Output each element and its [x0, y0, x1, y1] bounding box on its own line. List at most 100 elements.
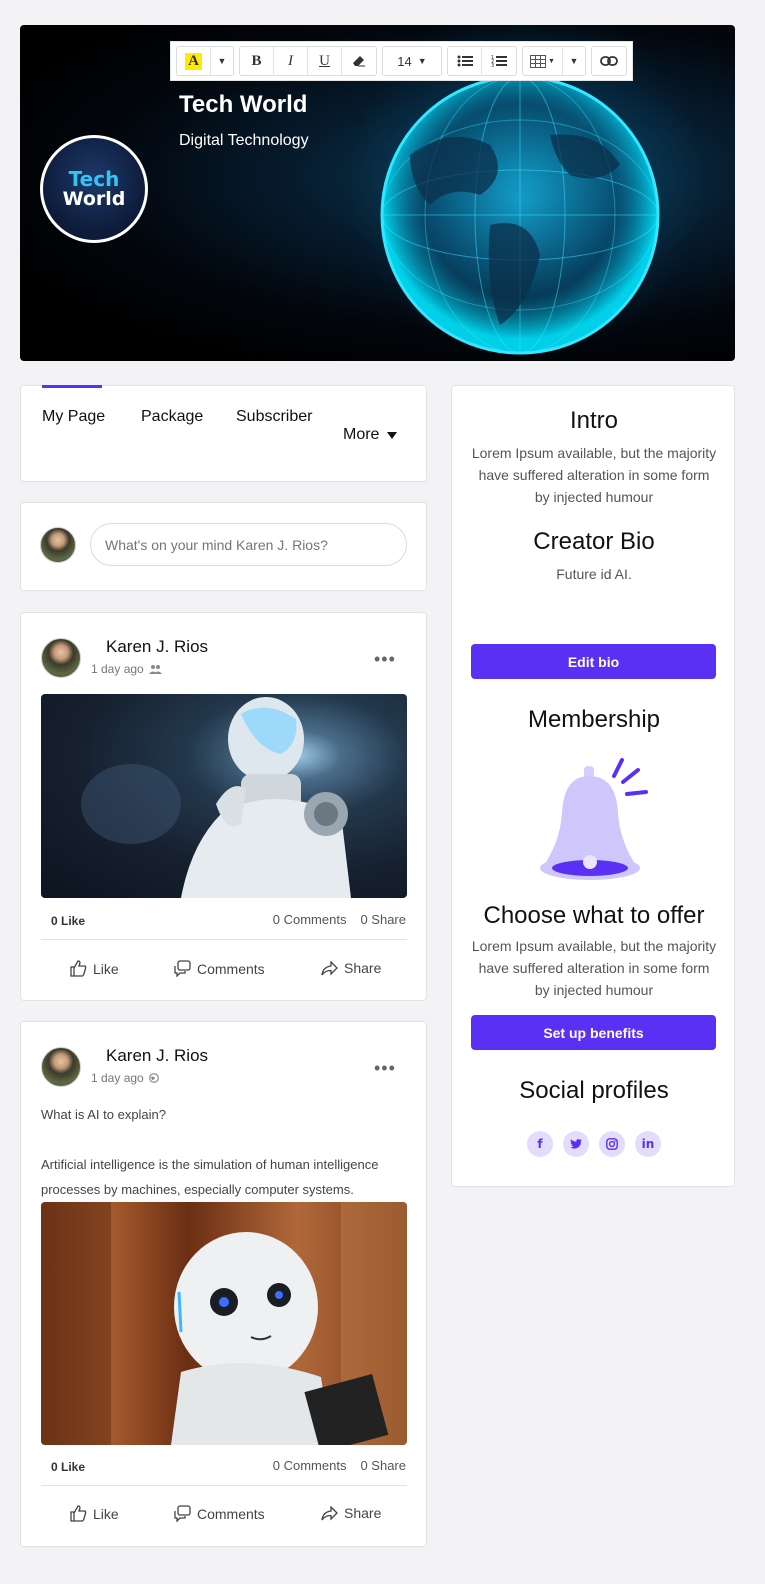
post-image[interactable] — [41, 1202, 407, 1445]
numbered-list-icon: 123 — [491, 55, 507, 68]
comment-count[interactable]: 0 Comments — [273, 1458, 347, 1473]
bullet-list-button[interactable] — [448, 47, 482, 75]
creator-bio-text: Future id AI. — [556, 566, 632, 582]
intro-text: Lorem Ipsum available, but the majority … — [471, 445, 717, 505]
facebook-icon[interactable]: f — [527, 1131, 553, 1157]
tab-more-label: More — [343, 426, 380, 443]
font-size-value: 14 — [397, 53, 412, 69]
post-composer — [20, 502, 427, 591]
list-group: 123 — [447, 46, 517, 76]
comments-label: Comments — [197, 1505, 265, 1522]
share-button[interactable]: Share — [321, 960, 381, 976]
highlight-group: A ▼ — [176, 46, 234, 76]
tab-more-dropdown[interactable]: More — [343, 426, 398, 444]
comment-count[interactable]: 0 Comments — [273, 912, 347, 927]
edit-bio-button[interactable]: Edit bio — [471, 644, 716, 679]
chevron-down-icon: ▼ — [217, 56, 227, 66]
page-logo: Tech World — [40, 135, 148, 243]
page-subtitle: Digital Technology — [179, 132, 309, 149]
post-card: Karen J. Rios 1 day ago ••• What is AI t… — [20, 1021, 427, 1547]
table-button[interactable]: ▼ — [523, 47, 563, 75]
share-label: Share — [344, 1505, 382, 1521]
link-icon — [600, 56, 618, 66]
post-time: 1 day ago — [91, 1071, 159, 1085]
caret-down-icon — [387, 431, 398, 439]
share-icon — [321, 1505, 338, 1521]
comments-button[interactable]: Comments — [174, 960, 265, 977]
social-links: f in — [452, 1131, 736, 1157]
tab-subscriber[interactable]: Subscriber — [236, 408, 312, 426]
like-button[interactable]: Like — [70, 1505, 119, 1522]
divider — [41, 1485, 407, 1486]
numbered-list-button[interactable]: 123 — [482, 47, 516, 75]
post-time: 1 day ago — [91, 662, 162, 676]
like-button[interactable]: Like — [70, 960, 119, 977]
clear-format-button[interactable] — [342, 47, 376, 75]
sidebar-panel: Intro Lorem Ipsum available, but the maj… — [451, 385, 735, 1187]
avatar — [40, 527, 76, 563]
avatar[interactable] — [41, 638, 81, 678]
more-options-icon[interactable]: ••• — [374, 649, 396, 670]
page-tabs: My Page Package Subscriber More — [20, 385, 427, 482]
linkedin-icon[interactable]: in — [635, 1131, 661, 1157]
thumbs-up-icon — [70, 1505, 87, 1522]
italic-button[interactable]: I — [274, 47, 308, 75]
logo-text-line1: Tech — [68, 167, 120, 191]
offer-heading: Choose what to offer — [483, 902, 705, 929]
tab-package[interactable]: Package — [141, 408, 203, 426]
insert-link-button[interactable] — [592, 47, 626, 75]
bold-button[interactable]: B — [240, 47, 274, 75]
twitter-icon[interactable] — [563, 1131, 589, 1157]
table-dropdown-button[interactable]: ▼ — [563, 47, 585, 75]
eraser-icon — [353, 56, 365, 67]
post-author[interactable]: Karen J. Rios — [106, 637, 208, 657]
active-tab-indicator — [42, 385, 102, 388]
creator-bio-heading: Creator Bio — [533, 528, 655, 555]
post-card: Karen J. Rios 1 day ago ••• 0 Like 0 Com… — [20, 612, 427, 1001]
bullet-list-icon — [457, 55, 473, 67]
font-size-select[interactable]: 14 ▼ — [383, 47, 441, 75]
offer-text: Lorem Ipsum available, but the majority … — [471, 938, 717, 998]
set-up-benefits-button[interactable]: Set up benefits — [471, 1015, 716, 1050]
svg-text:3: 3 — [491, 63, 494, 68]
post-author[interactable]: Karen J. Rios — [106, 1046, 208, 1066]
bold-icon: B — [251, 52, 262, 69]
post-time-text: 1 day ago — [91, 662, 144, 676]
post-time-text: 1 day ago — [91, 1071, 144, 1085]
font-size-group: 14 ▼ — [382, 46, 442, 76]
comments-button[interactable]: Comments — [174, 1505, 265, 1522]
instagram-icon[interactable] — [599, 1131, 625, 1157]
post-image[interactable] — [41, 694, 407, 898]
thumbs-up-icon — [70, 960, 87, 977]
tab-my-page[interactable]: My Page — [42, 408, 105, 426]
bell-icon — [540, 758, 648, 880]
highlight-color-button[interactable]: A — [177, 47, 211, 75]
composer-input[interactable] — [90, 523, 407, 566]
comments-label: Comments — [197, 960, 265, 977]
more-options-icon[interactable]: ••• — [374, 1058, 396, 1079]
table-icon — [530, 54, 547, 68]
table-group: ▼ ▼ — [522, 46, 586, 76]
share-button[interactable]: Share — [321, 1505, 381, 1521]
highlight-icon: A — [185, 52, 202, 70]
chevron-down-icon: ▼ — [569, 56, 579, 66]
post-body: Artificial intelligence is the simulatio… — [41, 1157, 379, 1197]
highlight-dropdown-button[interactable]: ▼ — [211, 47, 233, 75]
avatar[interactable] — [41, 1047, 81, 1087]
underline-icon: U — [319, 52, 330, 69]
friends-icon — [148, 665, 162, 674]
intro-heading: Intro — [569, 407, 619, 434]
robot-pepper-illustration — [41, 1202, 407, 1445]
share-label: Share — [344, 960, 382, 976]
share-count[interactable]: 0 Share — [360, 912, 406, 927]
chevron-down-icon: ▼ — [548, 57, 555, 65]
post-stats: 0 Comments 0 Share — [273, 912, 406, 927]
comment-icon — [174, 1505, 191, 1522]
page-title: Tech World — [179, 91, 308, 118]
underline-button[interactable]: U — [308, 47, 342, 75]
like-label: Like — [93, 1505, 119, 1522]
post-stats: 0 Comments 0 Share — [273, 1458, 406, 1473]
share-count[interactable]: 0 Share — [360, 1458, 406, 1473]
like-count: 0 Like — [51, 1460, 86, 1474]
chevron-down-icon: ▼ — [417, 56, 427, 66]
